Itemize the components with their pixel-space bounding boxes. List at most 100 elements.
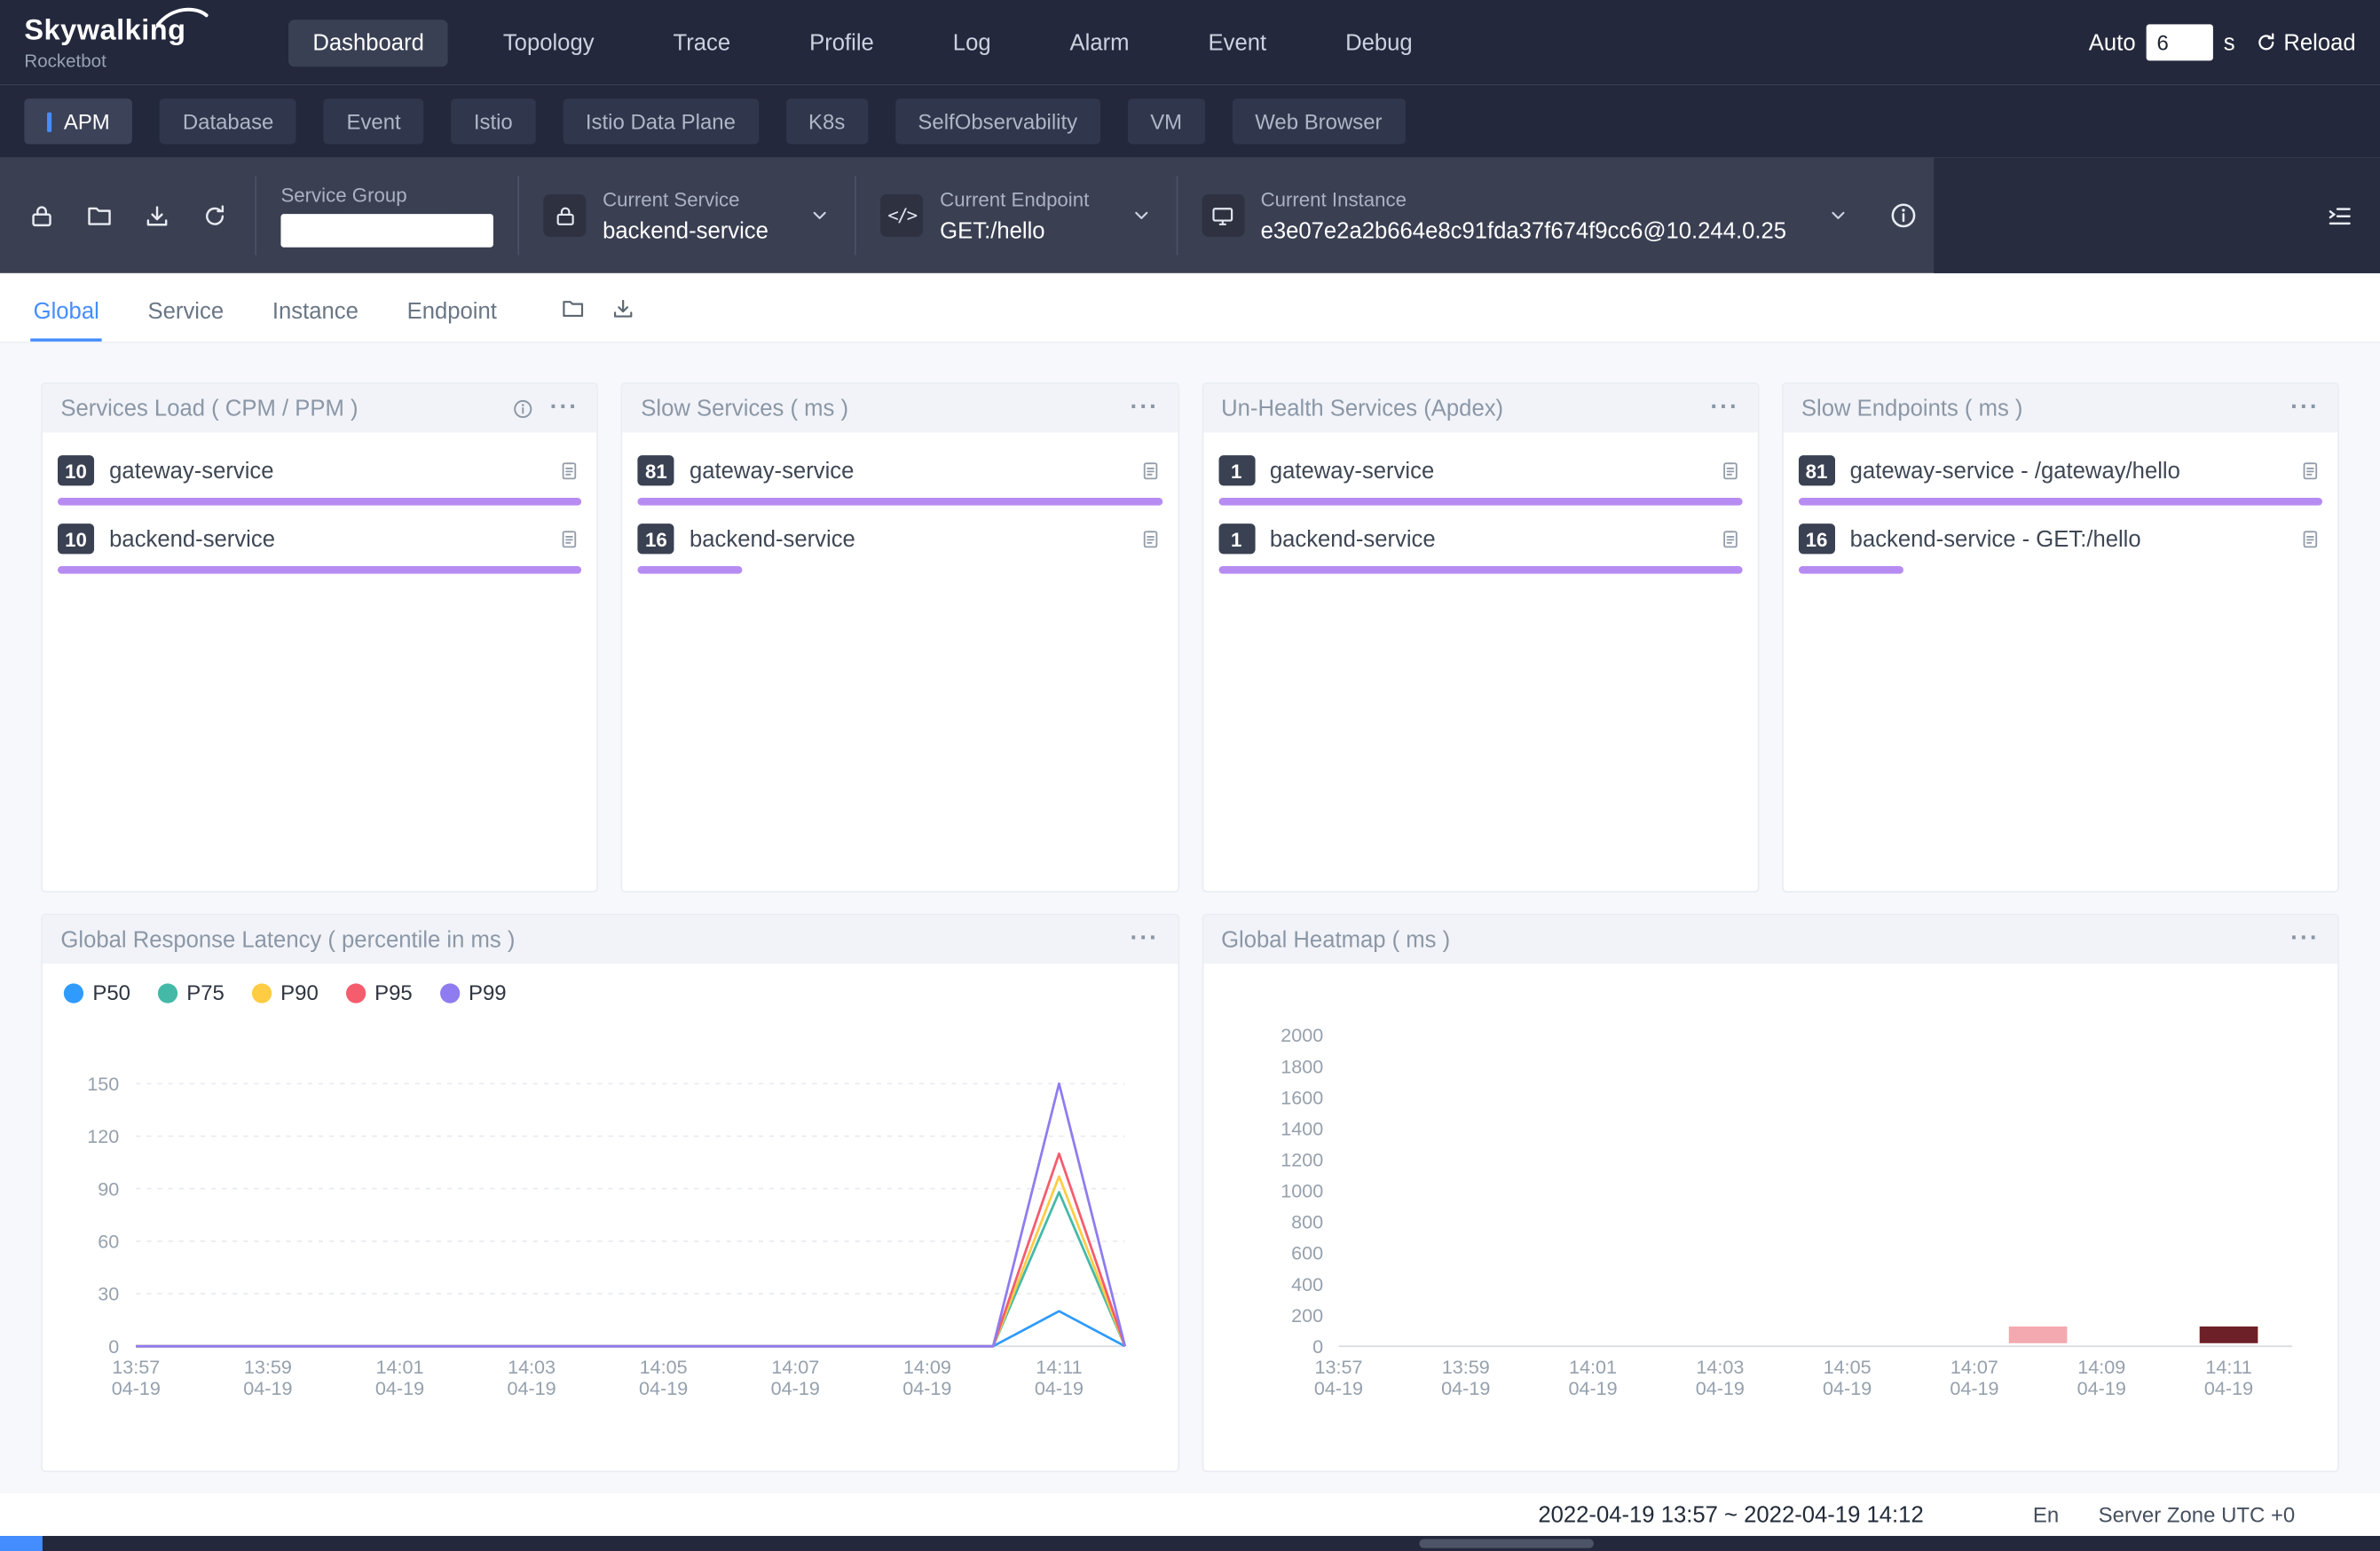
value-bar: [1218, 566, 1743, 574]
value-bar: [1799, 566, 1903, 574]
svg-text:04-19: 04-19: [902, 1378, 951, 1399]
server-zone-selector[interactable]: Server Zone UTC +0: [2099, 1502, 2296, 1526]
tab-istio-data-plane[interactable]: Istio Data Plane: [563, 98, 758, 144]
auto-unit-label: s: [2224, 29, 2235, 55]
card-title: Global Heatmap ( ms ): [1221, 926, 1450, 952]
legend-item[interactable]: P90: [252, 980, 319, 1004]
copy-icon[interactable]: [2298, 527, 2322, 551]
current-service-selector[interactable]: Current Service backend-service: [519, 158, 855, 273]
card-menu-button[interactable]: ···: [1130, 396, 1158, 420]
copy-icon[interactable]: [2298, 459, 2322, 483]
latency-line-chart: 030609012015013:5704-1913:5904-1914:0104…: [43, 1012, 1178, 1414]
copy-icon[interactable]: [1718, 459, 1742, 483]
value-bar: [58, 498, 582, 506]
nav-item-event[interactable]: Event: [1184, 19, 1290, 66]
card-menu-button[interactable]: ···: [2290, 396, 2319, 420]
endpoint-name: gateway-service - /gateway/hello: [1850, 458, 2180, 484]
tab-selfobservability[interactable]: SelfObservability: [895, 98, 1100, 144]
chevron-down-icon: [1130, 205, 1151, 226]
svg-text:0: 0: [108, 1336, 119, 1358]
unhealth-services-card: Un-Health Services (Apdex) ··· 1 gateway…: [1202, 382, 1759, 893]
legend-dot: [158, 983, 177, 1003]
service-row[interactable]: 1 backend-service: [1218, 516, 1743, 574]
value-bar: [1799, 498, 2323, 506]
copy-icon[interactable]: [1138, 527, 1162, 551]
card-menu-button[interactable]: ···: [550, 396, 579, 420]
legend-item[interactable]: P50: [64, 980, 130, 1004]
service-row[interactable]: 1 gateway-service: [1218, 448, 1743, 506]
time-range-picker[interactable]: 2022-04-19 13:57 ~ 2022-04-19 14:12: [1538, 1502, 1923, 1528]
services-load-card: Services Load ( CPM / PPM ) ··· 10 gatew…: [41, 382, 598, 893]
card-info-button[interactable]: [512, 397, 535, 420]
service-group-input[interactable]: [280, 214, 493, 248]
card-menu-button[interactable]: ···: [1130, 927, 1158, 951]
svg-text:1200: 1200: [1280, 1150, 1322, 1171]
svg-text:04-19: 04-19: [1313, 1378, 1362, 1399]
current-instance-selector[interactable]: Current Instance e3e07e2a2b664e8c91fda37…: [1177, 158, 1872, 273]
stat-card-row: Services Load ( CPM / PPM ) ··· 10 gatew…: [41, 382, 2339, 893]
svg-text:04-19: 04-19: [375, 1378, 424, 1399]
slow-endpoints-card: Slow Endpoints ( ms ) ··· 81 gateway-ser…: [1782, 382, 2339, 893]
endpoint-row[interactable]: 81 gateway-service - /gateway/hello: [1799, 448, 2323, 506]
svg-text:04-19: 04-19: [1440, 1378, 1489, 1399]
tab-apm[interactable]: APM: [24, 98, 132, 144]
tab-label: Istio Data Plane: [586, 109, 736, 133]
import-view-button[interactable]: [561, 296, 587, 322]
auto-interval-input[interactable]: [2147, 24, 2213, 60]
refresh-dashboard-button[interactable]: [192, 193, 237, 238]
tab-vm[interactable]: VM: [1128, 98, 1205, 144]
nav-item-topology[interactable]: Topology: [478, 19, 618, 66]
template-settings-button[interactable]: [2316, 193, 2361, 238]
service-row[interactable]: 10 gateway-service: [58, 448, 582, 506]
reload-button[interactable]: Reload: [2255, 29, 2356, 55]
copy-icon[interactable]: [1718, 527, 1742, 551]
export-template-button[interactable]: [134, 193, 179, 238]
service-lock-iconbox: [543, 194, 586, 237]
stat-rows: 81 gateway-service 16 backend-service: [623, 432, 1178, 573]
endpoint-row[interactable]: 16 backend-service - GET:/hello: [1799, 516, 2323, 574]
skywalking-dashboard: Skywalking Rocketbot Dashboard Topology …: [0, 0, 2380, 1551]
view-tab-endpoint[interactable]: Endpoint: [404, 280, 500, 341]
horizontal-scrollbar-thumb[interactable]: [1419, 1539, 1594, 1547]
tab-k8s[interactable]: K8s: [785, 98, 868, 144]
view-tab-service[interactable]: Service: [145, 280, 226, 341]
export-view-button[interactable]: [611, 296, 636, 322]
legend-item[interactable]: P99: [440, 980, 507, 1004]
copy-icon[interactable]: [1138, 459, 1162, 483]
view-tab-global[interactable]: Global: [30, 280, 102, 341]
service-row[interactable]: 81 gateway-service: [638, 448, 1162, 506]
tab-label: VM: [1150, 109, 1182, 133]
nav-item-alarm[interactable]: Alarm: [1045, 19, 1154, 66]
language-selector[interactable]: En: [2033, 1502, 2059, 1526]
toolbar-info-button[interactable]: [1873, 158, 1934, 273]
card-menu-button[interactable]: ···: [1710, 396, 1738, 420]
tab-web-browser[interactable]: Web Browser: [1233, 98, 1406, 144]
card-header: Global Response Latency ( percentile in …: [43, 915, 1178, 964]
nav-item-debug[interactable]: Debug: [1321, 19, 1437, 66]
current-service-value: backend-service: [603, 217, 768, 243]
tab-event[interactable]: Event: [324, 98, 424, 144]
nav-item-trace[interactable]: Trace: [649, 19, 754, 66]
endpoint-code-iconbox: </>: [880, 194, 923, 237]
svg-text:04-19: 04-19: [1822, 1378, 1871, 1399]
copy-icon[interactable]: [557, 459, 581, 483]
nav-item-log[interactable]: Log: [928, 19, 1015, 66]
card-menu-button[interactable]: ···: [2290, 927, 2319, 951]
svg-text:14:01: 14:01: [375, 1357, 423, 1378]
current-endpoint-selector[interactable]: </> Current Endpoint GET:/hello: [856, 158, 1176, 273]
tab-istio[interactable]: Istio: [451, 98, 535, 144]
app-logo[interactable]: Skywalking Rocketbot: [24, 14, 248, 70]
service-row[interactable]: 10 backend-service: [58, 516, 582, 574]
tab-database[interactable]: Database: [160, 98, 296, 144]
legend-item[interactable]: P95: [346, 980, 413, 1004]
service-row[interactable]: 16 backend-service: [638, 516, 1162, 574]
legend-item[interactable]: P75: [158, 980, 225, 1004]
copy-icon[interactable]: [557, 527, 581, 551]
view-tab-instance[interactable]: Instance: [269, 280, 361, 341]
import-template-button[interactable]: [76, 193, 122, 238]
card-title: Slow Services ( ms ): [641, 396, 848, 421]
lock-button[interactable]: [19, 193, 64, 238]
nav-item-profile[interactable]: Profile: [785, 19, 898, 66]
global-response-latency-card: Global Response Latency ( percentile in …: [41, 914, 1178, 1472]
nav-item-dashboard[interactable]: Dashboard: [288, 19, 448, 66]
